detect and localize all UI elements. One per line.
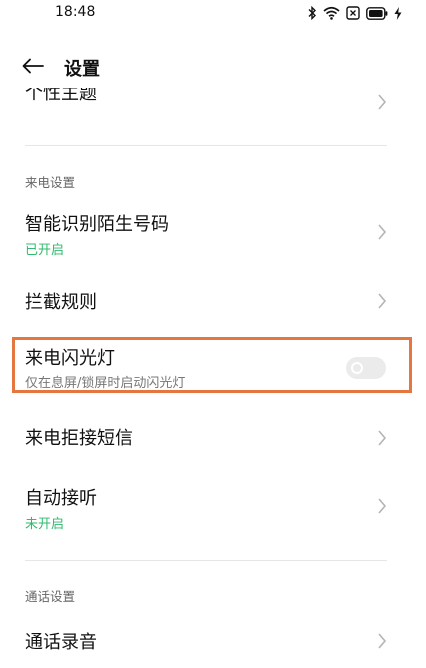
bluetooth-icon bbox=[307, 6, 317, 20]
list-item-block-rules[interactable]: 拦截规则 bbox=[0, 274, 426, 326]
list-item-auto-answer[interactable]: 自动接听 未开启 bbox=[0, 474, 426, 536]
list-item-title: 智能识别陌生号码 bbox=[25, 214, 169, 235]
chevron-right-icon bbox=[378, 94, 387, 110]
back-button[interactable] bbox=[16, 54, 50, 82]
section-header-call-settings: 通话设置 bbox=[25, 589, 76, 604]
list-item-title: 自动接听 bbox=[25, 488, 97, 509]
section-header-incoming-call: 来电设置 bbox=[25, 175, 76, 190]
settings-list: 个性主题 来电设置 智能识别陌生号码 已开启 拦截规则 来电闪光灯 仅在息屏/锁… bbox=[0, 88, 426, 668]
divider bbox=[25, 145, 387, 146]
status-bar: 18:48 bbox=[0, 0, 426, 28]
list-item-title: 来电拒接短信 bbox=[25, 428, 133, 449]
battery-icon bbox=[366, 6, 388, 20]
status-icons bbox=[307, 2, 402, 24]
chevron-right-icon bbox=[378, 633, 387, 649]
top-bar: 设置 bbox=[0, 48, 426, 88]
nfc-icon bbox=[346, 6, 360, 20]
list-item-title: 个性主题 bbox=[25, 88, 97, 104]
chevron-right-icon bbox=[378, 293, 387, 309]
chevron-right-icon bbox=[378, 430, 387, 446]
status-enabled: 已开启 bbox=[25, 243, 65, 258]
flash-toggle-switch[interactable] bbox=[346, 357, 386, 379]
list-item-call-recording[interactable]: 通话录音 bbox=[0, 616, 426, 668]
list-item-smart-identify[interactable]: 智能识别陌生号码 已开启 bbox=[0, 200, 426, 262]
list-item-title: 来电闪光灯 bbox=[25, 348, 115, 369]
divider bbox=[25, 560, 387, 561]
page-title: 设置 bbox=[64, 59, 100, 80]
status-disabled: 未开启 bbox=[25, 517, 65, 532]
chevron-right-icon bbox=[378, 224, 387, 240]
list-item-title: 拦截规则 bbox=[25, 292, 97, 313]
status-time: 18:48 bbox=[55, 4, 96, 20]
charging-bolt-icon bbox=[394, 6, 402, 20]
list-item-title: 通话录音 bbox=[25, 632, 97, 653]
chevron-right-icon bbox=[378, 498, 387, 514]
list-item-reject-sms[interactable]: 来电拒接短信 bbox=[0, 410, 426, 462]
back-arrow-icon bbox=[22, 58, 44, 78]
list-item-personal-theme[interactable]: 个性主题 bbox=[0, 88, 426, 112]
toggle-knob bbox=[351, 362, 363, 374]
list-item-subtitle: 仅在息屏/锁屏时启动闪光灯 bbox=[25, 376, 186, 391]
wifi-icon bbox=[323, 6, 340, 20]
